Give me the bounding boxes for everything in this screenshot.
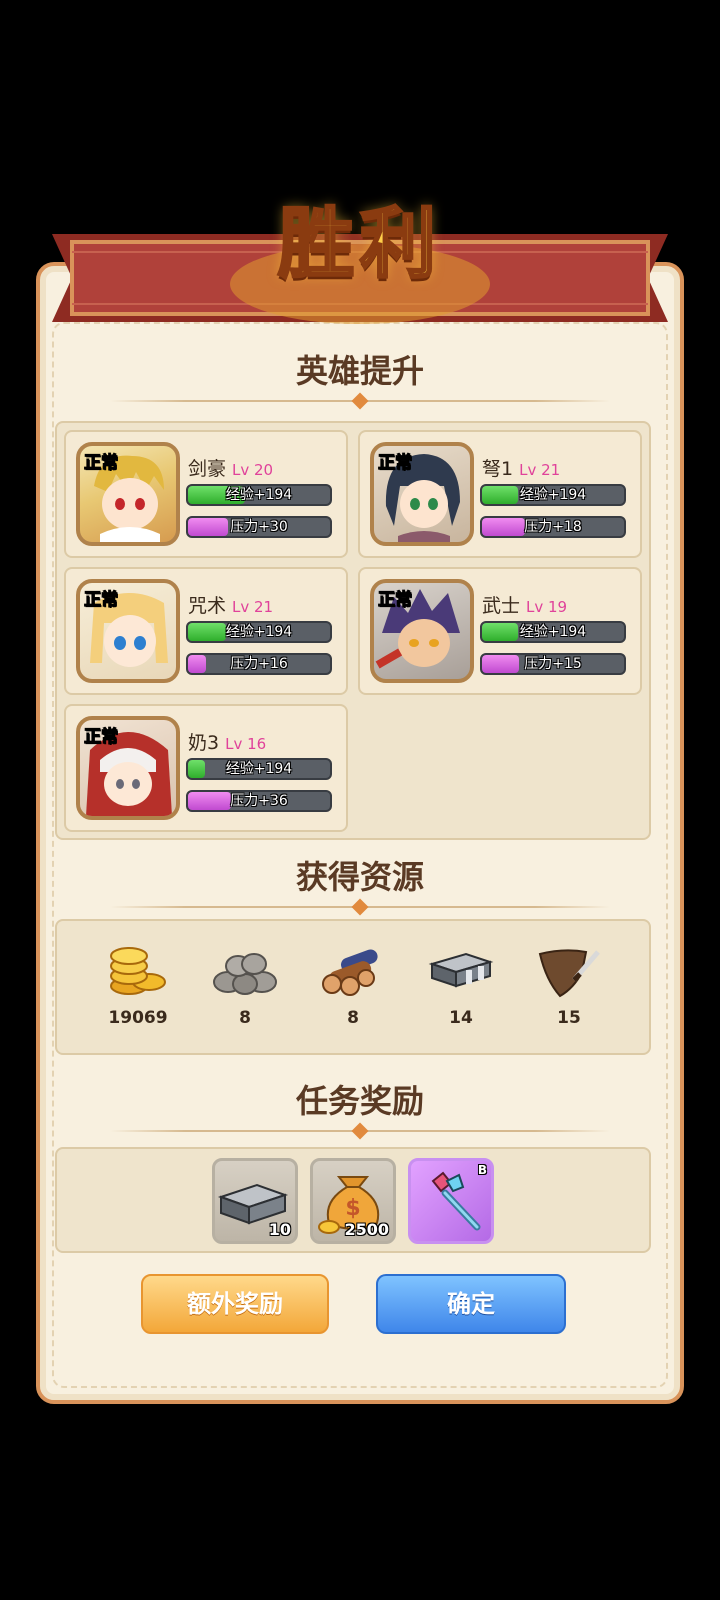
pressure-bar: 压力+36	[186, 790, 332, 812]
hero-level: Lv 16	[225, 735, 267, 753]
resource-item: 14	[411, 940, 511, 1028]
exp-bar: 经验+194	[186, 758, 332, 780]
exp-bar: 经验+194	[480, 484, 626, 506]
hero-name-row: 武士 Lv 19	[482, 591, 567, 618]
hero-status: 正常	[378, 453, 413, 474]
exp-label: 经验+194	[519, 487, 587, 503]
resource-item: 15	[519, 940, 619, 1028]
hero-status: 正常	[84, 727, 119, 748]
reward-grade: B	[477, 1163, 487, 1177]
hero-card[interactable]: 正常 咒术 Lv 21 经验+194 压力+16	[64, 567, 348, 695]
resource-value: 14	[449, 1008, 473, 1028]
resource-value: 8	[239, 1008, 251, 1028]
hero-name: 武士	[482, 595, 521, 617]
hero-name-row: 弩1 Lv 21	[482, 454, 560, 481]
hero-name: 弩1	[482, 458, 514, 480]
pressure-label: 压力+36	[230, 793, 288, 809]
pressure-bar: 压力+18	[480, 516, 626, 538]
reward-item[interactable]: 10	[212, 1158, 298, 1244]
hero-name: 剑豪	[188, 458, 227, 480]
exp-bar: 经验+194	[186, 484, 332, 506]
hero-name-row: 咒术 Lv 21	[188, 591, 273, 618]
victory-title: 胜利	[277, 198, 442, 290]
hero-level: Lv 20	[232, 461, 274, 479]
reward-count: 10	[268, 1220, 291, 1239]
resource-item: 8	[303, 940, 403, 1028]
reward-count: 2500	[344, 1220, 389, 1239]
pressure-label: 压力+15	[524, 656, 582, 672]
reward-item[interactable]: B	[408, 1158, 494, 1244]
pressure-bar: 压力+15	[480, 653, 626, 675]
confirm-button[interactable]: 确定	[376, 1274, 566, 1334]
exp-bar: 经验+194	[186, 621, 332, 643]
resources-section-title: 获得资源	[295, 858, 424, 896]
resource-value: 8	[347, 1008, 359, 1028]
hero-card[interactable]: 正常 弩1 Lv 21 经验+194 压力+18	[358, 430, 642, 558]
pressure-label: 压力+18	[524, 519, 582, 535]
stone-icon	[213, 953, 277, 995]
extra-reward-button[interactable]: 额外奖励	[141, 1274, 329, 1334]
hero-status: 正常	[84, 590, 119, 611]
resource-item: 19069	[88, 940, 188, 1028]
gold-coins-icon	[110, 947, 166, 995]
hero-name-row: 剑豪 Lv 20	[188, 454, 273, 481]
heroes-section-title: 英雄提升	[295, 352, 424, 390]
reward-item[interactable]: $ 2500	[310, 1158, 396, 1244]
hero-level: Lv 21	[519, 461, 561, 479]
hero-name: 咒术	[188, 595, 227, 617]
hero-level: Lv 19	[526, 598, 568, 616]
hero-portrait: 正常	[76, 442, 180, 546]
hero-name-row: 奶3 Lv 16	[188, 728, 266, 755]
hero-level: Lv 21	[232, 598, 274, 616]
svg-text:$: $	[345, 1196, 360, 1221]
hero-card[interactable]: 正常 奶3 Lv 16 经验+194 压力+36	[64, 704, 348, 832]
exp-label: 经验+194	[225, 487, 293, 503]
hero-card[interactable]: 正常 武士 Lv 19 经验+194 压力+15	[358, 567, 642, 695]
hero-portrait: 正常	[370, 442, 474, 546]
pressure-label: 压力+16	[230, 656, 288, 672]
hero-name: 奶3	[188, 732, 220, 754]
wood-logs-icon	[322, 949, 378, 996]
hero-portrait: 正常	[76, 716, 180, 820]
quest-section-title: 任务奖励	[295, 1082, 424, 1120]
resource-value: 19069	[108, 1008, 168, 1028]
leather-icon	[538, 949, 600, 998]
hero-portrait: 正常	[76, 579, 180, 683]
hero-portrait: 正常	[370, 579, 474, 683]
pressure-bar: 压力+30	[186, 516, 332, 538]
hero-status: 正常	[378, 590, 413, 611]
pressure-bar: 压力+16	[186, 653, 332, 675]
exp-bar: 经验+194	[480, 621, 626, 643]
resource-value: 15	[557, 1008, 581, 1028]
pressure-label: 压力+30	[230, 519, 288, 535]
hero-card[interactable]: 正常 剑豪 Lv 20 经验+194 压力+30	[64, 430, 348, 558]
hero-status: 正常	[84, 453, 119, 474]
iron-ingot-icon	[428, 952, 494, 988]
resource-item: 8	[195, 940, 295, 1028]
exp-label: 经验+194	[225, 624, 293, 640]
exp-label: 经验+194	[225, 761, 293, 777]
exp-label: 经验+194	[519, 624, 587, 640]
